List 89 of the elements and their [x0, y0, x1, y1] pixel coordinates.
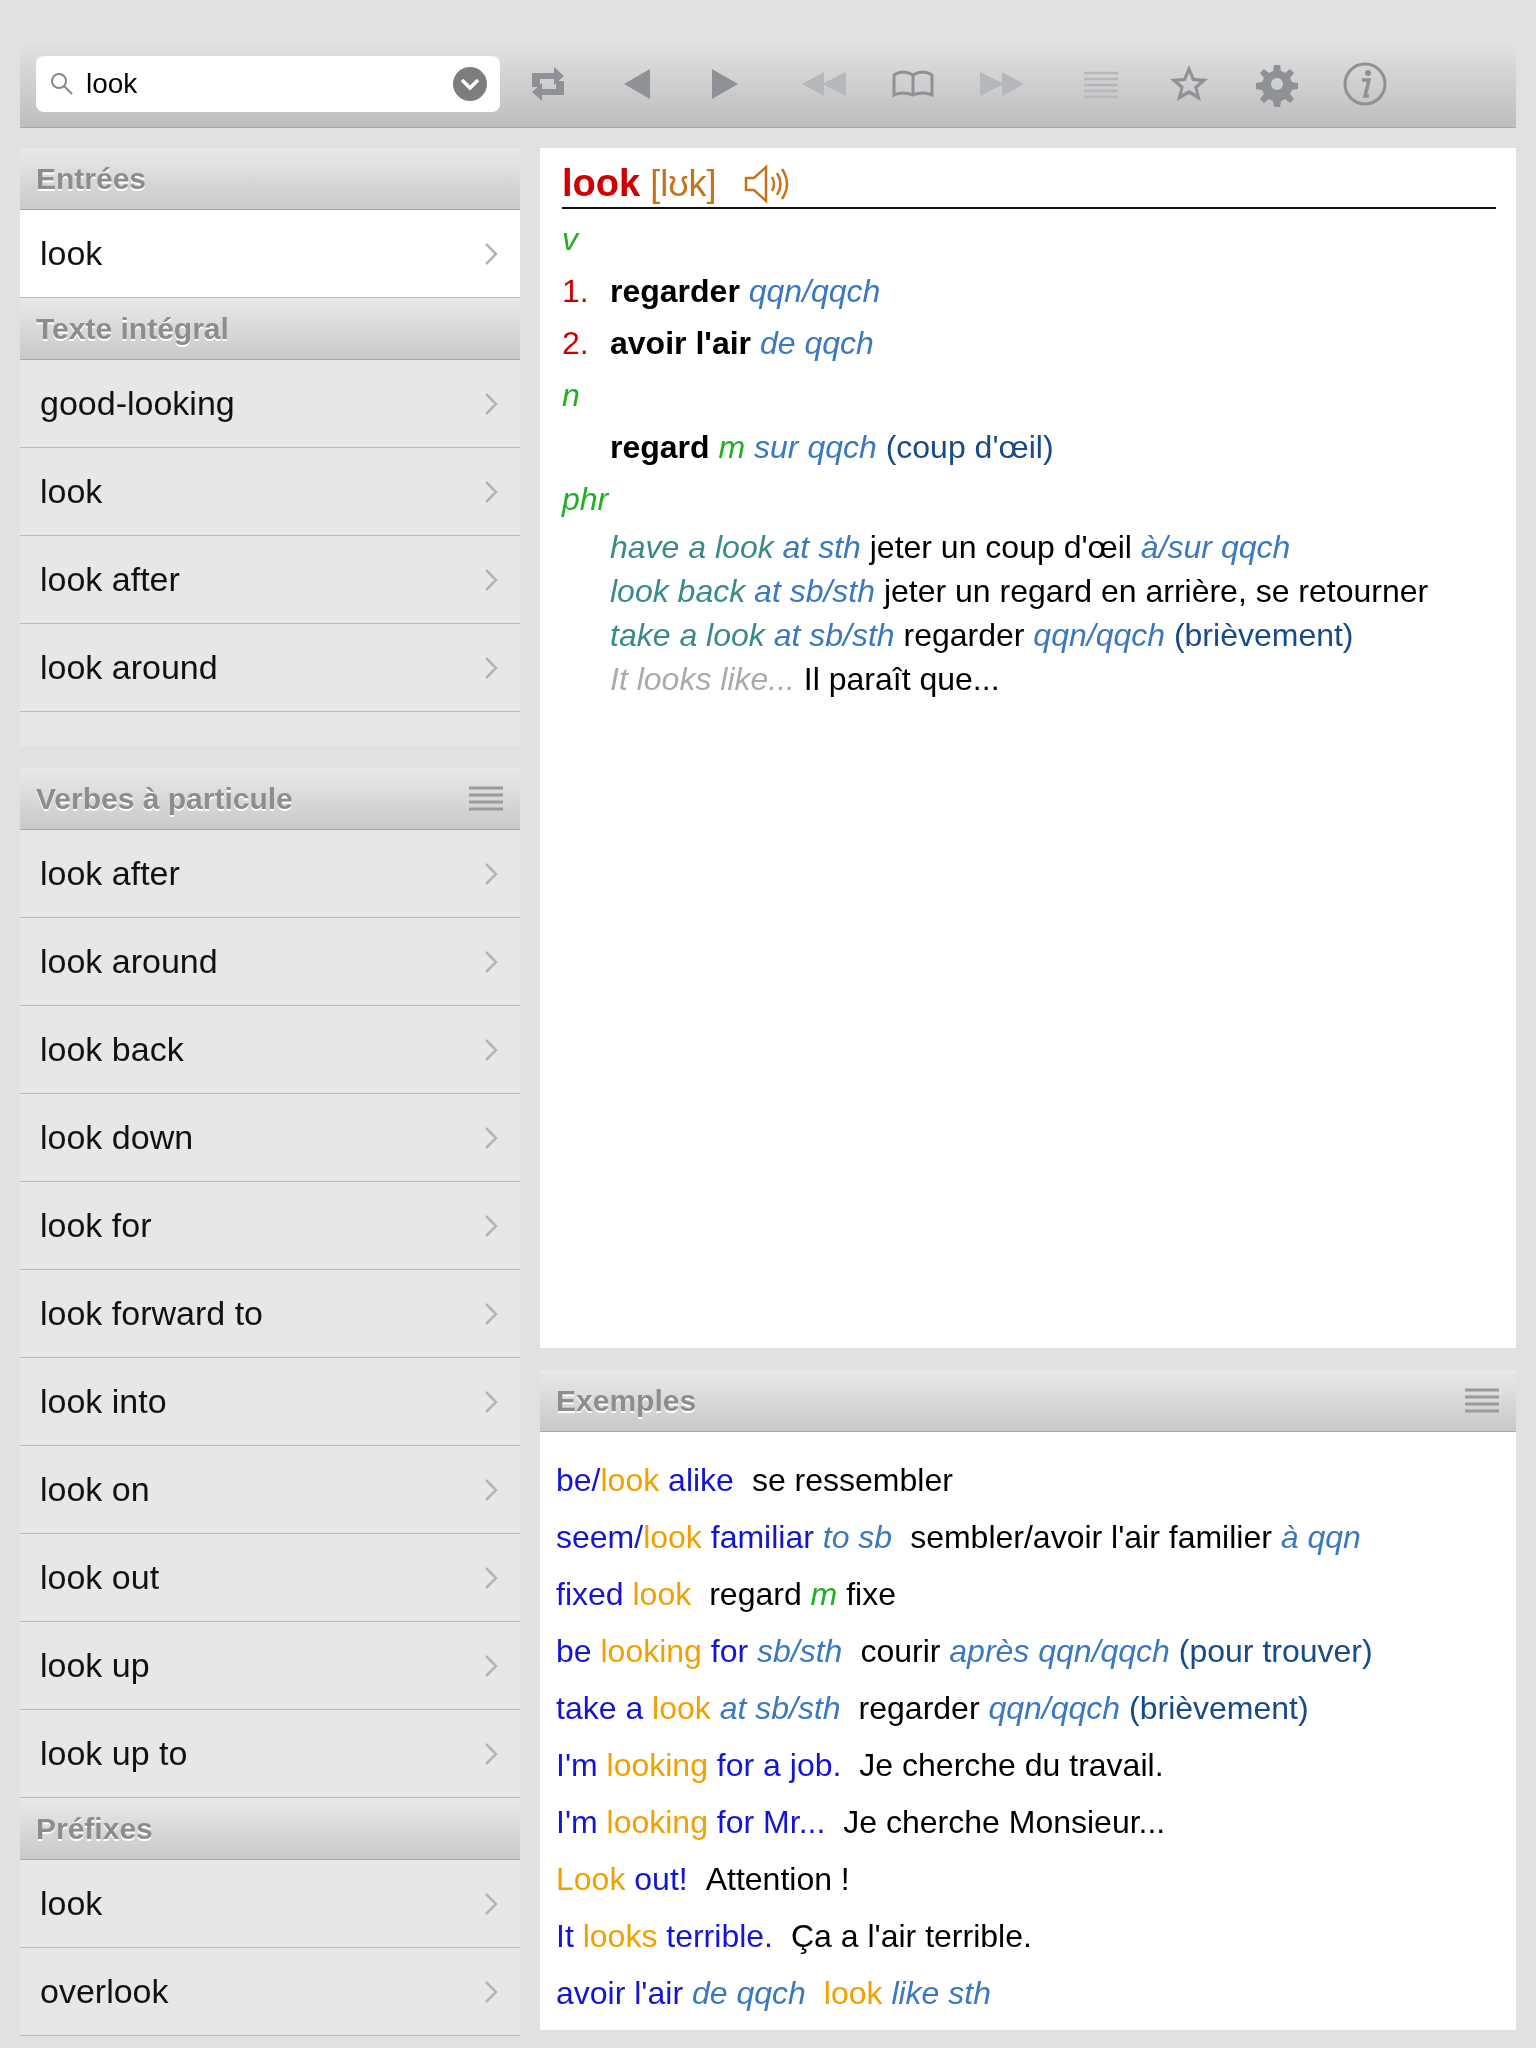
example-translation: look like sth	[823, 1974, 991, 2013]
sense-number: 1.	[562, 272, 590, 311]
example-phrase: I'm looking for Mr...	[556, 1803, 826, 1842]
phrase-text: have a look at sth jeter un coup d'œil à/sur qqch	[610, 529, 1291, 565]
list-item[interactable]: look for	[20, 1182, 520, 1270]
chevron-icon	[484, 1477, 498, 1502]
list-item[interactable]: look around	[20, 624, 520, 712]
list-item[interactable]: good-looking	[20, 360, 520, 448]
example-translation: regarder qqn/qqch (brièvement)	[858, 1689, 1309, 1728]
chevron-icon	[484, 1565, 498, 1590]
example-translation: Attention !	[705, 1860, 850, 1899]
example-translation: sembler/avoir l'air familier à qqn	[910, 1518, 1361, 1557]
part-of-speech: n	[562, 377, 580, 413]
sense-number: 2.	[562, 324, 590, 363]
chevron-icon	[484, 391, 498, 416]
list-item[interactable]: look	[20, 210, 520, 298]
part-of-speech: v	[562, 221, 578, 257]
chevron-icon	[484, 949, 498, 974]
definition-text: avoir l'air de qqch	[610, 324, 874, 363]
back-icon[interactable]	[624, 68, 650, 99]
list-item[interactable]: look into	[20, 1358, 520, 1446]
section-title: Préfixes	[36, 1811, 153, 1846]
menu-icon[interactable]	[1464, 1387, 1500, 1414]
chevron-icon	[484, 241, 498, 266]
dropdown-icon[interactable]	[452, 65, 488, 102]
chevron-icon	[484, 1741, 498, 1766]
search-input[interactable]: look	[86, 67, 440, 100]
example-phrase: be looking for sb/sth	[556, 1632, 843, 1671]
chevron-icon	[484, 567, 498, 592]
list-item[interactable]: look out	[20, 1534, 520, 1622]
list-item[interactable]: look on	[20, 1446, 520, 1534]
section-title: Verbes à particule	[36, 781, 293, 816]
menu-icon[interactable]	[468, 785, 504, 812]
chevron-icon	[484, 1653, 498, 1678]
headword: look	[562, 162, 641, 205]
example-phrase: I'm looking for a job.	[556, 1746, 842, 1785]
chevron-icon	[484, 1891, 498, 1916]
example-phrase: be/look alike	[556, 1461, 734, 1500]
list-item[interactable]: look	[20, 1860, 520, 1948]
chevron-icon	[484, 1037, 498, 1062]
sync-icon[interactable]	[532, 66, 564, 101]
chevron-icon	[484, 479, 498, 504]
chevron-icon	[484, 1979, 498, 2004]
example-phrase: take a look at sb/sth	[556, 1689, 841, 1728]
chevron-icon	[484, 1389, 498, 1414]
list-item[interactable]: look down	[20, 1094, 520, 1182]
chevron-icon	[484, 1213, 498, 1238]
list-item[interactable]: look up to	[20, 1710, 520, 1798]
forward-icon[interactable]	[712, 68, 738, 99]
example-phrase: seem/look familiar to sb	[556, 1518, 893, 1557]
list-item[interactable]: look around	[20, 918, 520, 1006]
list-item[interactable]: look forward to	[20, 1270, 520, 1358]
phrase-text: look back at sb/sth jeter un regard en arrière, se retourner	[610, 573, 1429, 609]
example-translation: Je cherche du travail.	[859, 1746, 1164, 1785]
list-item[interactable]: look up	[20, 1622, 520, 1710]
phrase-text: It looks like... Il paraît que...	[610, 661, 1000, 697]
section-title: Entrées	[36, 161, 147, 196]
example-translation: Je cherche Monsieur...	[843, 1803, 1166, 1842]
definition-text: regard m sur qqch (coup d'œil)	[610, 428, 1054, 467]
list-item[interactable]: overlook	[20, 1948, 520, 2036]
part-of-speech: phr	[562, 481, 609, 517]
example-translation: regard m fixe	[709, 1575, 896, 1614]
phrase-text: take a look at sb/sth regarder qqn/qqch (brièvement)	[610, 617, 1354, 653]
section-title: Texte intégral	[36, 311, 229, 346]
example-translation: Ça a l'air terrible.	[790, 1917, 1032, 1956]
example-phrase: Look out!	[556, 1860, 688, 1899]
example-translation: courir après qqn/qqch (pour trouver)	[860, 1632, 1373, 1671]
list-item[interactable]: look after	[20, 830, 520, 918]
list-item[interactable]: look after	[20, 536, 520, 624]
search-icon	[50, 71, 74, 96]
section-title: Exemples	[556, 1383, 697, 1418]
chevron-icon	[484, 1125, 498, 1150]
example-phrase: avoir l'air de qqch	[556, 1974, 806, 2013]
star-icon[interactable]	[1170, 64, 1208, 101]
phonetic-text: [lʊk]	[650, 162, 717, 205]
example-phrase: fixed look	[556, 1575, 692, 1614]
book-icon[interactable]	[892, 70, 934, 96]
example-phrase: It looks terrible.	[556, 1917, 773, 1956]
search-field[interactable]: look	[36, 55, 500, 112]
example-translation: se ressembler	[751, 1461, 953, 1500]
definition-text: regarder qqn/qqch	[610, 272, 881, 311]
chevron-icon	[484, 861, 498, 886]
list-item[interactable]: look back	[20, 1006, 520, 1094]
info-icon[interactable]	[1343, 62, 1387, 105]
chevron-icon	[484, 655, 498, 680]
speaker-icon[interactable]	[742, 162, 789, 205]
list-item[interactable]: look	[20, 448, 520, 536]
chevron-icon	[484, 1301, 498, 1326]
settings-icon[interactable]	[1256, 64, 1298, 107]
